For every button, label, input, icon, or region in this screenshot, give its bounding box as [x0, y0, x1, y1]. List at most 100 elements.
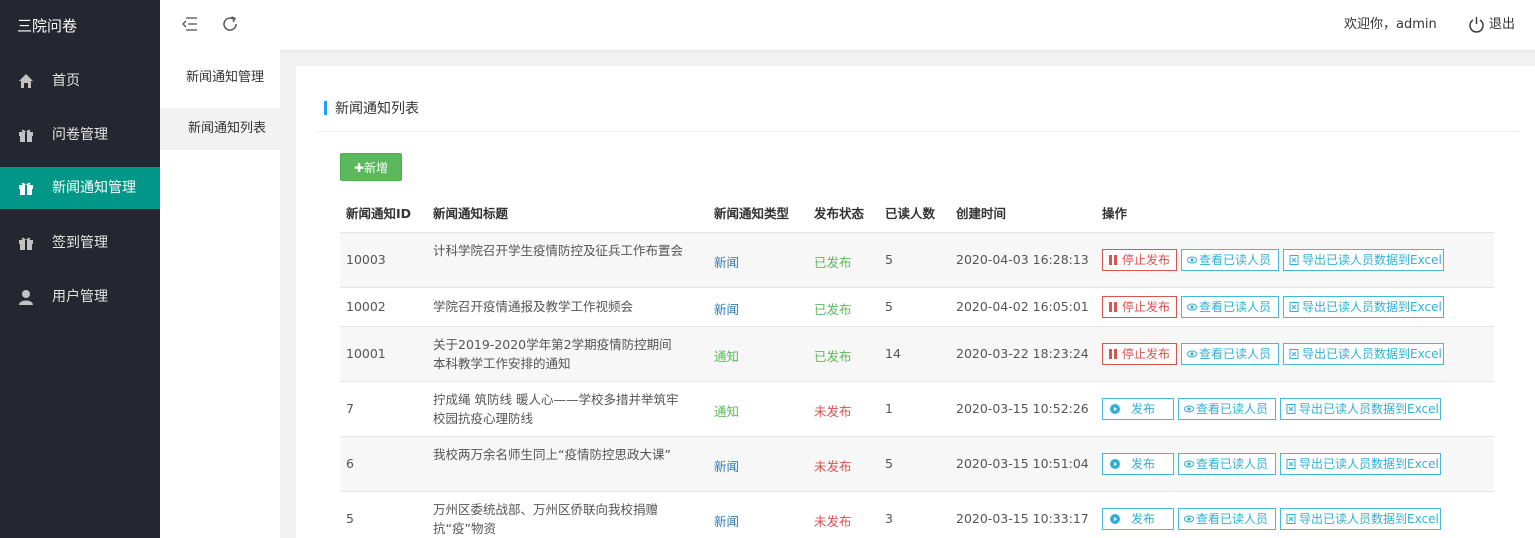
cell-status: 未发布: [814, 404, 852, 419]
cell-id: 10002: [346, 299, 386, 314]
table-row: 10001 关于2019-2020学年第2学期疫情防控期间本科教学工作安排的通知…: [340, 326, 1494, 381]
cell-created: 2020-04-02 16:05:01: [956, 299, 1089, 314]
sidebar-item-news[interactable]: 新闻通知管理: [0, 167, 160, 209]
cell-id: 5: [346, 511, 354, 526]
column-header-reads: 已读人数: [885, 206, 936, 221]
sub-nav: 新闻通知管理 新闻通知列表: [160, 50, 280, 538]
cell-reads: 5: [885, 456, 893, 471]
cell-type: 新闻: [714, 459, 740, 474]
excel-file-icon: [1289, 302, 1299, 312]
welcome-text: 欢迎你，admin: [1344, 17, 1437, 32]
gift-icon: [19, 129, 33, 142]
column-header-title: 新闻通知标题: [433, 206, 509, 221]
title-accent-bar: [324, 101, 327, 115]
subnav-title: 新闻通知管理: [186, 70, 265, 85]
sidebar-item-label: 用户管理: [52, 289, 108, 305]
cell-reads: 5: [885, 299, 893, 314]
view-readers-button[interactable]: 查看已读人员: [1181, 249, 1279, 271]
refresh-icon[interactable]: [221, 15, 239, 33]
publish-button[interactable]: 发布: [1102, 508, 1174, 530]
cell-created: 2020-03-22 18:23:24: [956, 346, 1089, 361]
cell-type: 新闻: [714, 514, 740, 529]
app-logo: 三院问卷: [17, 17, 78, 35]
add-button[interactable]: ✚新增: [340, 153, 402, 181]
cell-status: 未发布: [814, 459, 852, 474]
gift-icon: [19, 237, 33, 250]
eye-icon: [1184, 405, 1194, 413]
export-excel-button[interactable]: 导出已读人员数据到Excel: [1283, 343, 1444, 365]
column-header-id: 新闻通知ID: [346, 206, 412, 221]
export-excel-button[interactable]: 导出已读人员数据到Excel: [1280, 508, 1441, 530]
sidebar-item-home[interactable]: 首页: [0, 60, 160, 102]
cell-id: 6: [346, 456, 354, 471]
cell-title: 关于2019-2020学年第2学期疫情防控期间本科教学工作安排的通知: [433, 337, 672, 371]
cell-created: 2020-03-15 10:33:17: [956, 511, 1089, 526]
power-icon: [1469, 17, 1484, 33]
table-row: 7 拧成绳 筑防线 暖人心——学校多措并举筑牢校园抗疫心理防线 通知 未发布 1…: [340, 381, 1494, 436]
eye-icon: [1187, 256, 1197, 264]
sidebar-item-checkin[interactable]: 签到管理: [0, 222, 160, 264]
table-row: 5 万州区委统战部、万州区侨联向我校捐赠抗“疫”物资 新闻 未发布 3 2020…: [340, 491, 1494, 538]
home-icon: [19, 74, 33, 88]
eye-icon: [1187, 350, 1197, 358]
column-header-created: 创建时间: [956, 206, 1007, 221]
table-row: 6 我校两万余名师生同上“疫情防控思政大课” 新闻 未发布 5 2020-03-…: [340, 436, 1494, 491]
sidebar: 三院问卷 首页 问卷管理 新闻通知管理 签到管理 用户管理: [0, 0, 160, 538]
view-readers-button[interactable]: 查看已读人员: [1181, 343, 1279, 365]
column-header-type: 新闻通知类型: [714, 206, 790, 221]
view-readers-button[interactable]: 查看已读人员: [1178, 508, 1276, 530]
cell-status: 未发布: [814, 514, 852, 529]
cell-id: 7: [346, 401, 354, 416]
excel-file-icon: [1286, 404, 1296, 414]
table-row: 10003 计科学院召开学生疫情防控及征兵工作布置会 新闻 已发布 5 2020…: [340, 232, 1494, 287]
cell-reads: 14: [885, 346, 901, 361]
cell-created: 2020-04-03 16:28:13: [956, 252, 1089, 267]
cell-type: 通知: [714, 349, 740, 364]
export-excel-button[interactable]: 导出已读人员数据到Excel: [1283, 249, 1444, 271]
publish-button[interactable]: 发布: [1102, 398, 1174, 420]
publish-button[interactable]: 发布: [1102, 453, 1174, 475]
export-excel-button[interactable]: 导出已读人员数据到Excel: [1283, 296, 1444, 318]
cell-reads: 3: [885, 511, 893, 526]
logout-label: 退出: [1489, 17, 1516, 32]
gift-icon: [19, 182, 33, 195]
eye-icon: [1184, 515, 1194, 523]
sidebar-item-survey[interactable]: 问卷管理: [0, 114, 160, 156]
play-circle-icon: [1110, 459, 1120, 469]
cell-status: 已发布: [814, 302, 852, 317]
stop-publish-button[interactable]: 停止发布: [1102, 296, 1177, 318]
sidebar-item-label: 问卷管理: [52, 127, 108, 143]
sidebar-item-label: 新闻通知管理: [52, 180, 136, 196]
user-icon: [19, 290, 33, 305]
column-header-status: 发布状态: [814, 206, 865, 221]
cell-reads: 1: [885, 401, 893, 416]
sidebar-item-users[interactable]: 用户管理: [0, 276, 160, 318]
cell-title: 我校两万余名师生同上“疫情防控思政大课”: [433, 447, 671, 462]
top-bar: 欢迎你，admin 退出: [160, 0, 1535, 50]
cell-title: 万州区委统战部、万州区侨联向我校捐赠抗“疫”物资: [433, 502, 659, 536]
column-header-actions: 操作: [1102, 206, 1128, 221]
cell-status: 已发布: [814, 255, 852, 270]
cell-type: 新闻: [714, 255, 740, 270]
cell-title: 拧成绳 筑防线 暖人心——学校多措并举筑牢校园抗疫心理防线: [433, 392, 679, 426]
cell-title: 学院召开疫情通报及教学工作视频会: [433, 299, 634, 314]
pause-icon: [1109, 349, 1117, 359]
export-excel-button[interactable]: 导出已读人员数据到Excel: [1280, 453, 1441, 475]
subnav-item-news-list[interactable]: 新闻通知列表: [160, 108, 280, 150]
cell-created: 2020-03-15 10:51:04: [956, 456, 1089, 471]
eye-icon: [1187, 303, 1197, 311]
view-readers-button[interactable]: 查看已读人员: [1181, 296, 1279, 318]
view-readers-button[interactable]: 查看已读人员: [1178, 398, 1276, 420]
panel-header: 新闻通知列表: [314, 90, 1519, 132]
cell-status: 已发布: [814, 349, 852, 364]
cell-title: 计科学院召开学生疫情防控及征兵工作布置会: [433, 243, 684, 258]
export-excel-button[interactable]: 导出已读人员数据到Excel: [1280, 398, 1441, 420]
collapse-menu-icon[interactable]: [181, 15, 199, 33]
stop-publish-button[interactable]: 停止发布: [1102, 249, 1177, 271]
cell-type: 通知: [714, 404, 740, 419]
stop-publish-button[interactable]: 停止发布: [1102, 343, 1177, 365]
cell-created: 2020-03-15 10:52:26: [956, 401, 1089, 416]
cell-type: 新闻: [714, 302, 740, 317]
view-readers-button[interactable]: 查看已读人员: [1178, 453, 1276, 475]
pause-icon: [1109, 302, 1117, 312]
